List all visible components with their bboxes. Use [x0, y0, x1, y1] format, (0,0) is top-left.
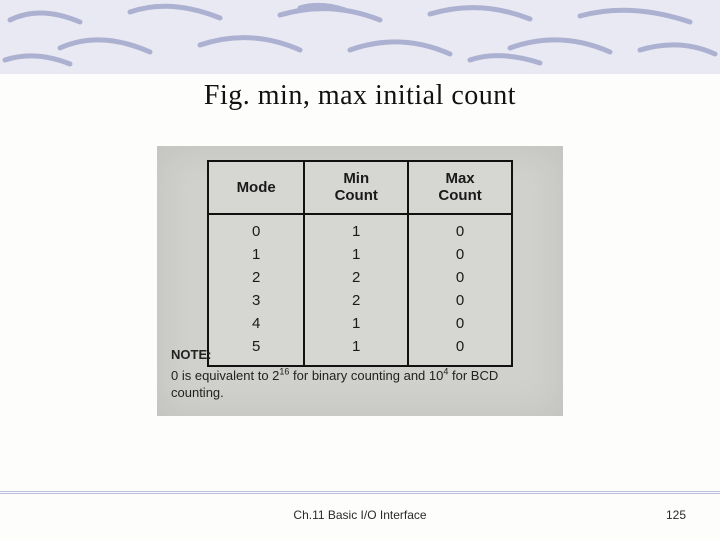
- footer-page-number: 125: [666, 508, 686, 522]
- col-header-mode: Mode: [208, 161, 304, 214]
- table-row: 0 1 0: [208, 214, 512, 243]
- decorative-header-band: [0, 0, 720, 74]
- footer: Ch.11 Basic I/O Interface 125: [0, 508, 720, 528]
- footer-chapter: Ch.11 Basic I/O Interface: [293, 508, 426, 522]
- note-label: NOTE:: [171, 346, 549, 364]
- table-note: NOTE: 0 is equivalent to 216 for binary …: [171, 346, 549, 402]
- min-max-count-table: Mode MinCount MaxCount 0 1 0 1 1 0 2 2 0: [207, 160, 513, 367]
- table-row: 1 1 0: [208, 243, 512, 266]
- col-header-max: MaxCount: [408, 161, 512, 214]
- col-header-min: MinCount: [304, 161, 408, 214]
- table-row: 3 2 0: [208, 289, 512, 312]
- page-title: Fig. min, max initial count: [0, 80, 720, 112]
- footer-divider: [0, 491, 720, 494]
- wave-pattern-icon: [0, 0, 720, 74]
- table-row: 4 1 0: [208, 312, 512, 335]
- note-text: 0 is equivalent to 216 for binary counti…: [171, 368, 498, 401]
- table-row: 2 2 0: [208, 266, 512, 289]
- scanned-table-figure: Mode MinCount MaxCount 0 1 0 1 1 0 2 2 0: [157, 146, 563, 416]
